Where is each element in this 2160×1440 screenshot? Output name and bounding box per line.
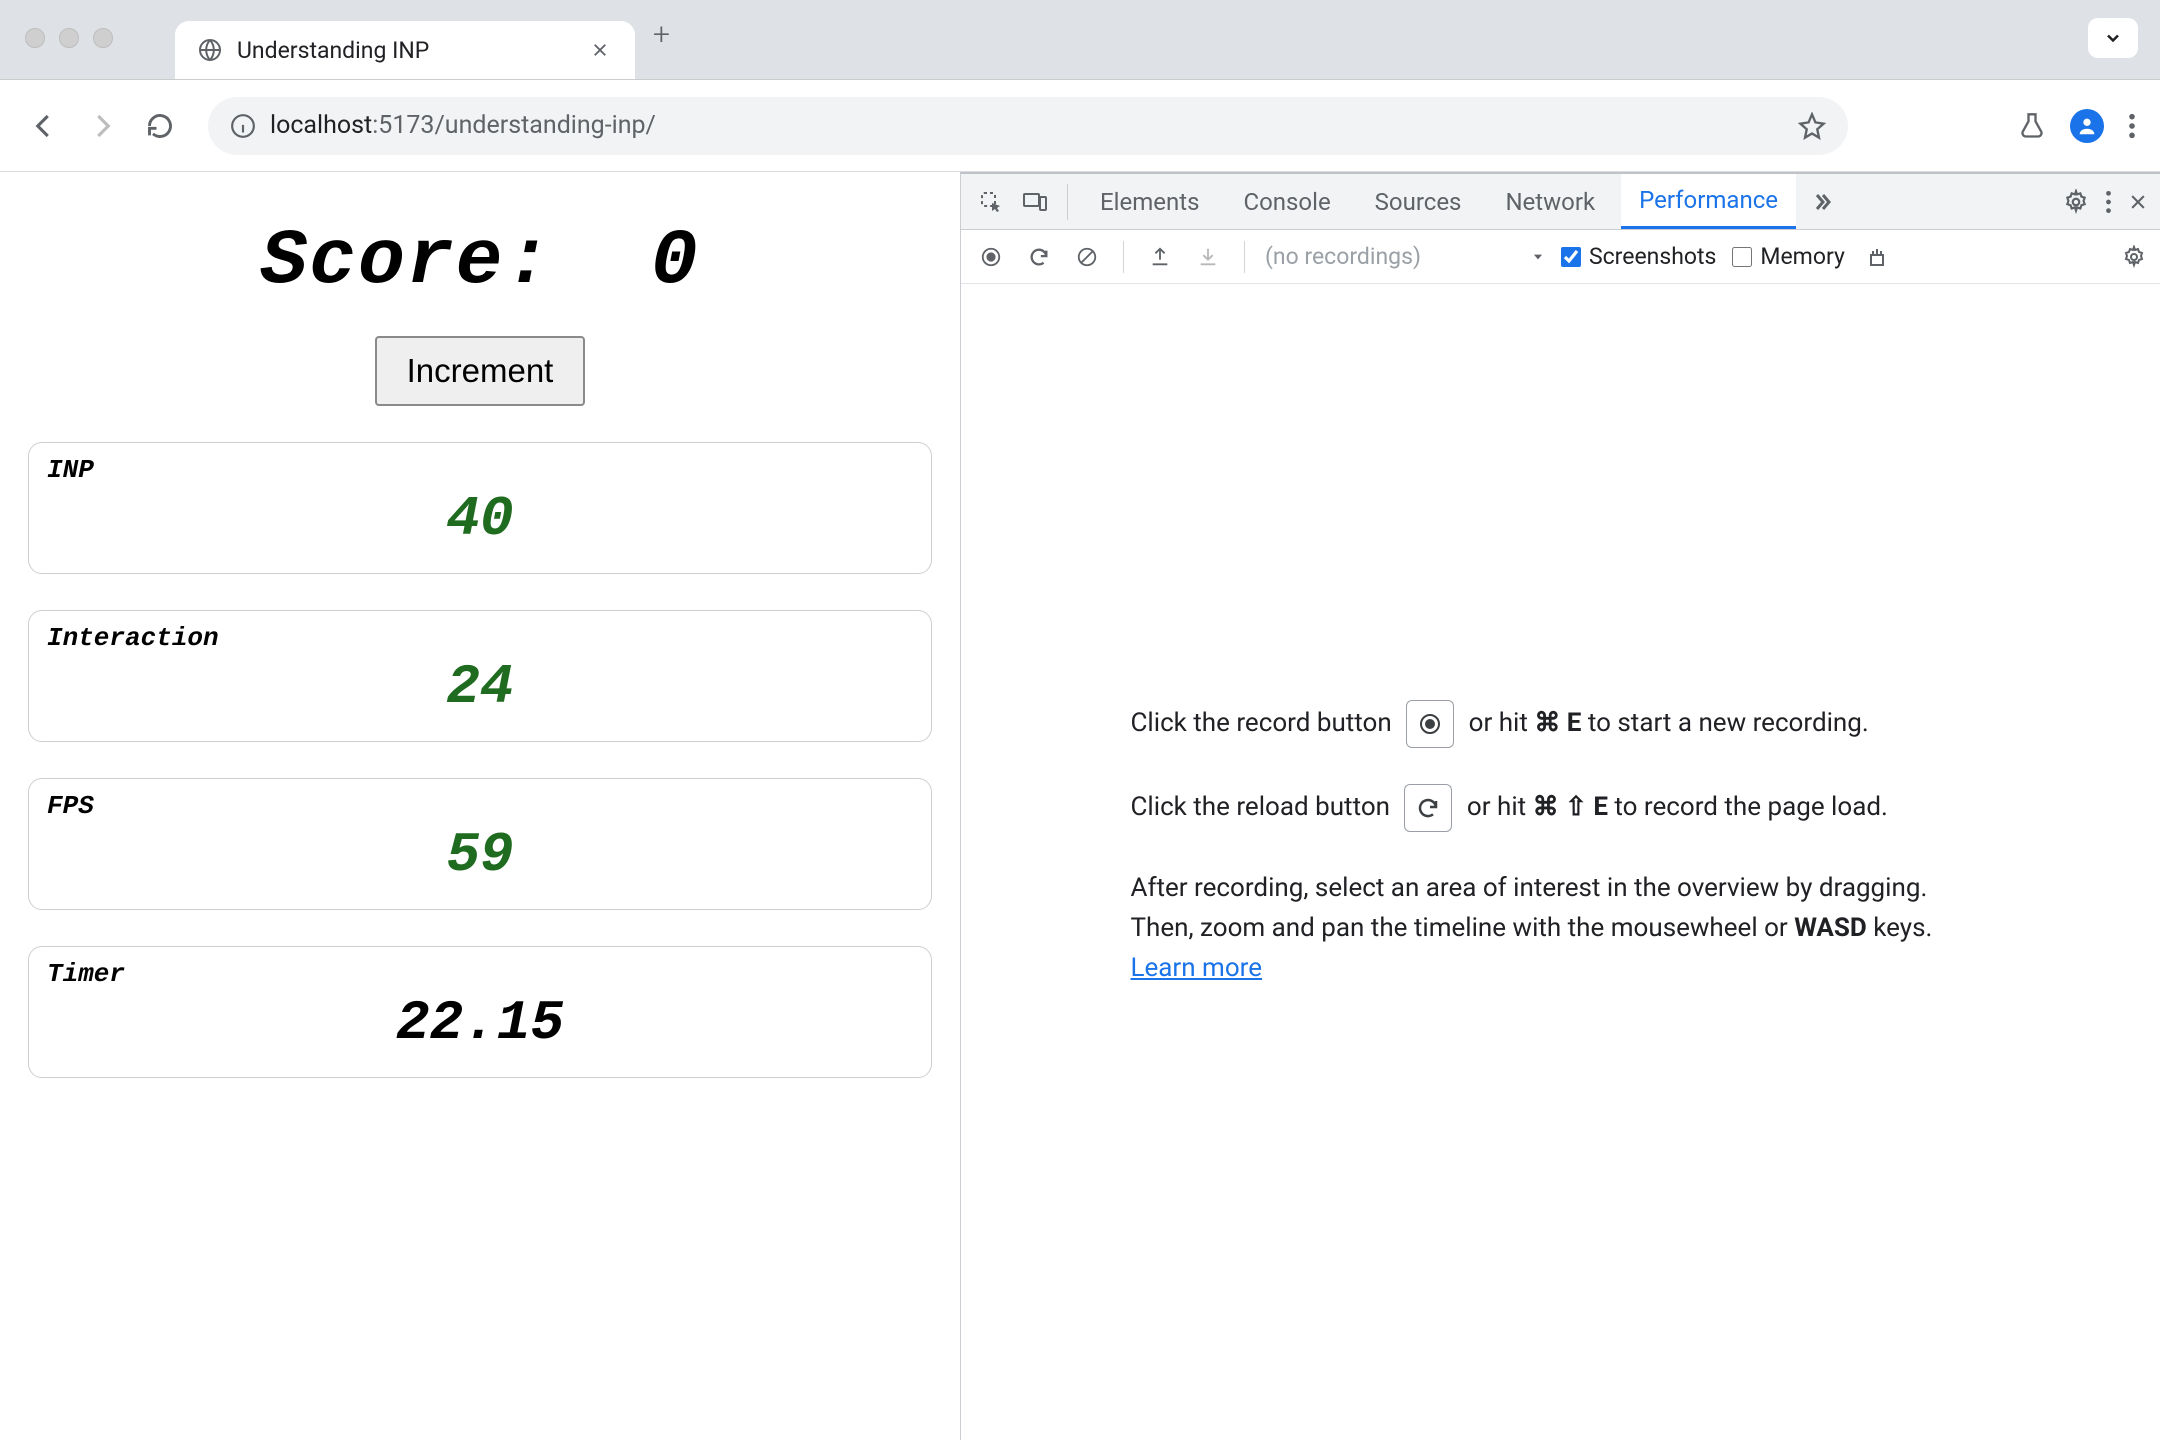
devtools-tab-bar: Elements Console Sources Network Perform… <box>961 174 2160 230</box>
browser-tab-active[interactable]: Understanding INP <box>175 21 635 79</box>
metric-card-interaction: Interaction 24 <box>28 610 932 742</box>
tab-title: Understanding INP <box>237 37 429 64</box>
devtools-tab-console[interactable]: Console <box>1225 174 1348 229</box>
empty-reload-hint: Click the reload button or hit ⌘ ⇧ E to … <box>1131 784 1991 832</box>
metric-card-fps: FPS 59 <box>28 778 932 910</box>
increment-button[interactable]: Increment <box>375 336 586 406</box>
devtools-tab-elements[interactable]: Elements <box>1082 174 1217 229</box>
device-toolbar-icon[interactable] <box>1017 184 1053 220</box>
back-button[interactable] <box>24 106 64 146</box>
metric-label: INP <box>47 455 913 485</box>
devtools-kebab-icon[interactable] <box>2105 189 2112 215</box>
globe-icon <box>197 37 223 63</box>
devtools-tab-sources[interactable]: Sources <box>1357 174 1480 229</box>
reload-record-icon[interactable] <box>1023 241 1055 273</box>
tab-search-button[interactable] <box>2088 18 2138 58</box>
screenshots-checkbox[interactable]: Screenshots <box>1561 243 1716 270</box>
reload-record-icon[interactable] <box>1404 784 1452 832</box>
record-icon[interactable] <box>975 241 1007 273</box>
metric-label: Timer <box>47 959 913 989</box>
upload-icon[interactable] <box>1144 241 1176 273</box>
browser-tab-strip: Understanding INP + <box>0 0 2160 80</box>
metric-value: 24 <box>47 655 913 719</box>
site-info-icon[interactable] <box>230 113 256 139</box>
bookmark-star-icon[interactable] <box>1798 112 1826 140</box>
perf-settings-icon[interactable] <box>2122 245 2146 269</box>
metric-label: Interaction <box>47 623 913 653</box>
empty-after-hint: After recording, select an area of inter… <box>1131 868 1991 989</box>
browser-toolbar: localhost:5173/understanding-inp/ <box>0 80 2160 172</box>
recordings-dropdown[interactable]: (no recordings) <box>1265 243 1545 270</box>
devtools-settings-icon[interactable] <box>2063 189 2089 215</box>
labs-icon[interactable] <box>2018 112 2046 140</box>
metric-value: 59 <box>47 823 913 887</box>
inspect-element-icon[interactable] <box>973 184 1009 220</box>
more-tabs-icon[interactable] <box>1804 184 1840 220</box>
page-viewport: Score: 0 Increment INP 40 Interaction 24… <box>0 172 960 1440</box>
window-close-button[interactable] <box>25 28 45 48</box>
window-minimize-button[interactable] <box>59 28 79 48</box>
forward-button[interactable] <box>82 106 122 146</box>
empty-record-hint: Click the record button or hit ⌘ E to st… <box>1131 700 1991 748</box>
metric-card-timer: Timer 22.15 <box>28 946 932 1078</box>
devtools-tab-network[interactable]: Network <box>1487 174 1613 229</box>
devtools-perf-toolbar: (no recordings) Screenshots Memory <box>961 230 2160 284</box>
metric-value: 22.15 <box>47 991 913 1055</box>
clear-icon[interactable] <box>1071 241 1103 273</box>
learn-more-link[interactable]: Learn more <box>1131 953 1263 983</box>
record-icon[interactable] <box>1406 700 1454 748</box>
devtools-perf-empty: Click the record button or hit ⌘ E to st… <box>961 284 2160 1440</box>
metric-label: FPS <box>47 791 913 821</box>
memory-checkbox[interactable]: Memory <box>1732 243 1844 270</box>
devtools-close-icon[interactable] <box>2128 192 2148 212</box>
window-zoom-button[interactable] <box>93 28 113 48</box>
score-heading: Score: 0 <box>28 218 932 306</box>
tab-close-button[interactable] <box>587 37 613 63</box>
url-text: localhost:5173/understanding-inp/ <box>270 111 656 140</box>
address-bar[interactable]: localhost:5173/understanding-inp/ <box>208 97 1848 155</box>
devtools-panel: Elements Console Sources Network Perform… <box>960 172 2160 1440</box>
profile-avatar[interactable] <box>2070 109 2104 143</box>
download-icon[interactable] <box>1192 241 1224 273</box>
garbage-collect-icon[interactable] <box>1861 241 1893 273</box>
new-tab-button[interactable]: + <box>653 17 670 52</box>
kebab-menu-icon[interactable] <box>2128 112 2136 140</box>
metric-card-inp: INP 40 <box>28 442 932 574</box>
window-controls <box>25 28 113 48</box>
reload-button[interactable] <box>140 106 180 146</box>
metric-value: 40 <box>47 487 913 551</box>
devtools-tab-performance[interactable]: Performance <box>1621 174 1796 229</box>
